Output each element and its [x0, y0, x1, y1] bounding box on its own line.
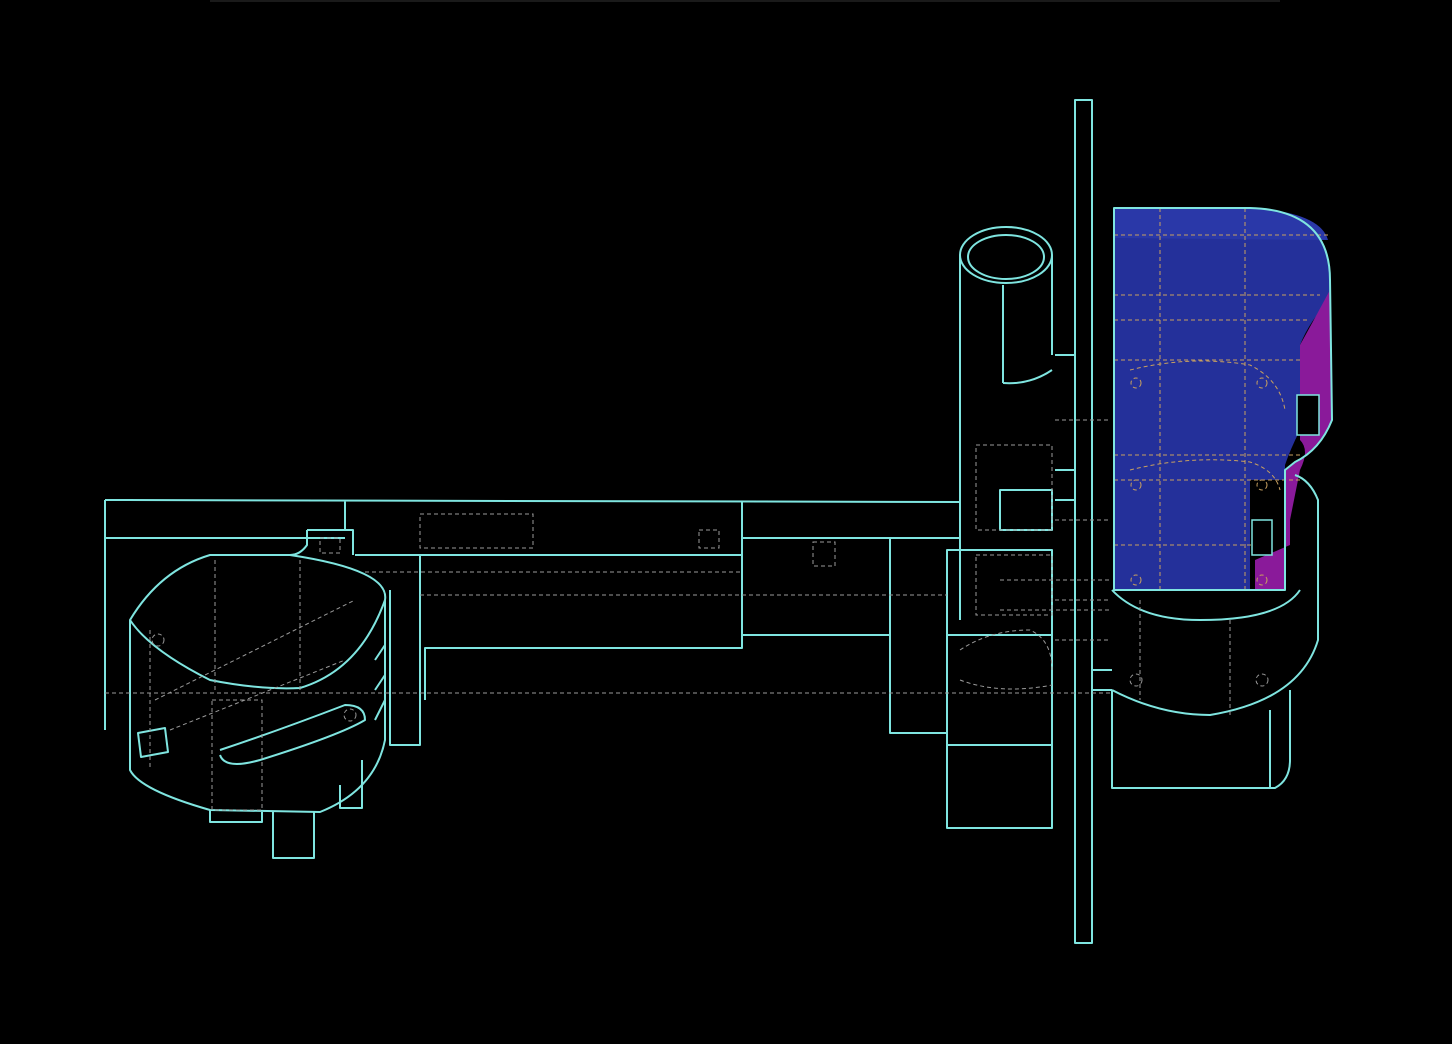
wireframe-model[interactable]	[0, 0, 1452, 1044]
selected-bracket-slot-lower	[1251, 519, 1273, 556]
vertical-plate	[1074, 99, 1093, 944]
cad-viewport[interactable]	[0, 0, 1452, 1044]
selected-bracket-slot-upper	[1296, 394, 1320, 436]
hidden-edges	[105, 419, 1269, 811]
left-clamp-body	[129, 554, 387, 813]
selected-bracket[interactable]	[1113, 207, 1333, 591]
tube-top-inner	[967, 234, 1045, 280]
